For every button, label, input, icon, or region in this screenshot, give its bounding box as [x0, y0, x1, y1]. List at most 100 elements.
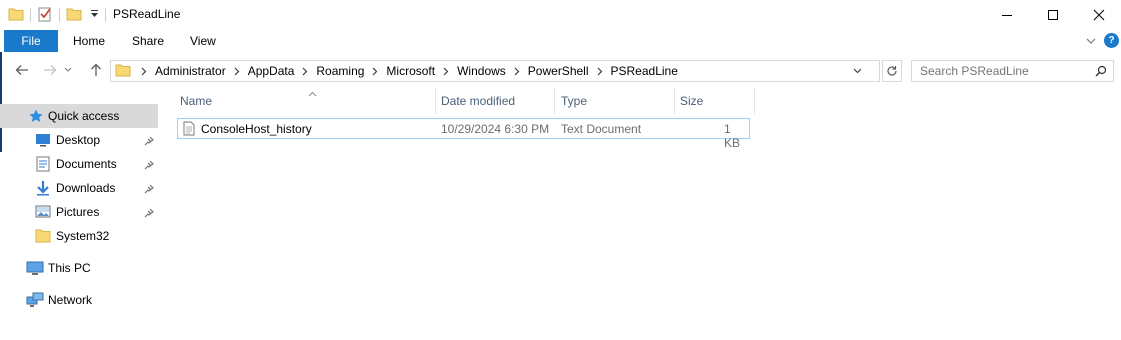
arrow-right-icon [44, 65, 57, 75]
divider [105, 8, 106, 22]
pin-icon[interactable] [144, 183, 154, 197]
file-type: Text Document [561, 122, 642, 136]
arrow-left-icon [15, 65, 28, 75]
breadcrumb-item[interactable]: Windows [453, 64, 510, 78]
search-icon[interactable] [1095, 65, 1107, 80]
new-folder-icon[interactable] [66, 7, 82, 24]
column-divider[interactable] [435, 88, 436, 114]
properties-icon[interactable] [37, 6, 53, 25]
nav-this-pc[interactable]: This PC [0, 256, 158, 280]
nav-label: System32 [56, 229, 110, 243]
column-header-type[interactable]: Type [561, 88, 674, 114]
pin-icon[interactable] [144, 135, 154, 149]
help-button[interactable]: ? [1104, 33, 1119, 48]
text-file-icon [183, 121, 195, 139]
nav-label: Network [48, 293, 93, 307]
folder-icon [8, 7, 24, 24]
recent-locations-button[interactable] [62, 61, 74, 79]
chevron-down-icon [853, 68, 861, 74]
maximize-icon [1048, 10, 1058, 20]
folder-icon [115, 63, 131, 80]
column-divider[interactable] [754, 88, 755, 114]
column-header-date-modified[interactable]: Date modified [441, 88, 554, 114]
folder-icon [35, 229, 51, 243]
star-icon [28, 108, 44, 124]
column-header-name[interactable]: Name [180, 88, 435, 114]
nav-item-documents[interactable]: Documents [0, 152, 158, 176]
desktop-icon [35, 133, 51, 147]
nav-label: Downloads [56, 181, 116, 195]
close-icon [1093, 9, 1105, 21]
network-icon [26, 292, 44, 308]
pin-icon[interactable] [144, 159, 154, 173]
table-row[interactable]: ConsoleHost_history 10/29/2024 6:30 PM T… [177, 118, 750, 150]
nav-item-pictures[interactable]: Pictures [0, 200, 158, 224]
column-header-size[interactable]: Size [680, 88, 754, 114]
breadcrumb-item[interactable]: AppData [244, 64, 299, 78]
refresh-button[interactable] [882, 60, 902, 82]
chevron-right-icon[interactable] [298, 67, 312, 76]
tab-share[interactable]: Share [132, 30, 164, 52]
breadcrumb-item[interactable]: PSReadLine [607, 64, 682, 78]
breadcrumb-item[interactable]: Roaming [312, 64, 368, 78]
navigation-pane: Quick access Desktop Documents Downloads… [0, 96, 170, 340]
documents-icon [36, 156, 50, 172]
file-date-modified: 10/29/2024 6:30 PM [441, 122, 550, 136]
nav-label: This PC [48, 261, 91, 275]
search-input[interactable] [912, 61, 1092, 81]
minimize-icon [1002, 15, 1012, 16]
downloads-icon [35, 180, 51, 196]
quick-access-toolbar [8, 5, 112, 25]
expand-ribbon-button[interactable] [1086, 34, 1096, 48]
column-divider[interactable] [674, 88, 675, 114]
up-button[interactable] [87, 61, 105, 79]
back-button[interactable] [13, 61, 31, 79]
nav-label: Pictures [56, 205, 100, 219]
title-bar: PSReadLine [0, 0, 1121, 30]
file-list: Name Date modified Type Size ConsoleHost… [172, 88, 1121, 340]
forward-button[interactable] [41, 61, 59, 79]
column-divider[interactable] [554, 88, 555, 114]
nav-label: Desktop [56, 133, 101, 147]
chevron-right-icon[interactable] [230, 67, 244, 76]
breadcrumb-item[interactable]: Administrator [151, 64, 230, 78]
divider [30, 8, 31, 22]
ribbon-tabs: File Home Share View ? [0, 30, 1121, 52]
chevron-down-icon [64, 67, 72, 72]
chevron-right-icon[interactable] [439, 67, 453, 76]
address-bar-row: Administrator AppData Roaming Microsoft … [0, 52, 1121, 88]
chevron-right-icon[interactable] [137, 67, 151, 76]
tab-home[interactable]: Home [73, 30, 105, 52]
close-button[interactable] [1076, 0, 1121, 30]
minimize-button[interactable] [984, 0, 1030, 30]
refresh-icon [887, 66, 897, 76]
breadcrumb-item[interactable]: PowerShell [524, 64, 593, 78]
address-history-button[interactable] [851, 64, 863, 78]
nav-item-desktop[interactable]: Desktop [0, 128, 158, 152]
file-size: 1 KB [724, 122, 741, 150]
nav-item-system32[interactable]: System32 [0, 224, 158, 248]
nav-label: Documents [56, 157, 117, 171]
nav-item-downloads[interactable]: Downloads [0, 176, 158, 200]
nav-label: Quick access [48, 109, 120, 123]
pin-icon[interactable] [144, 207, 154, 221]
chevron-right-icon[interactable] [510, 67, 524, 76]
address-bar[interactable]: Administrator AppData Roaming Microsoft … [110, 60, 880, 82]
column-label: Name [180, 94, 213, 108]
tab-file[interactable]: File [4, 30, 58, 52]
file-name: ConsoleHost_history [201, 122, 312, 136]
computer-icon [26, 261, 44, 276]
chevron-right-icon[interactable] [593, 67, 607, 76]
nav-network[interactable]: Network [0, 288, 158, 312]
breadcrumb: Administrator AppData Roaming Microsoft … [111, 61, 682, 81]
chevron-down-icon [1086, 38, 1096, 44]
nav-quick-access[interactable]: Quick access [0, 104, 158, 128]
arrow-up-icon [91, 63, 101, 76]
pictures-icon [35, 205, 51, 218]
breadcrumb-item[interactable]: Microsoft [382, 64, 439, 78]
customize-toolbar-icon[interactable] [90, 8, 99, 22]
chevron-right-icon[interactable] [368, 67, 382, 76]
tab-view[interactable]: View [190, 30, 216, 52]
maximize-button[interactable] [1030, 0, 1076, 30]
search-box[interactable] [911, 60, 1114, 82]
